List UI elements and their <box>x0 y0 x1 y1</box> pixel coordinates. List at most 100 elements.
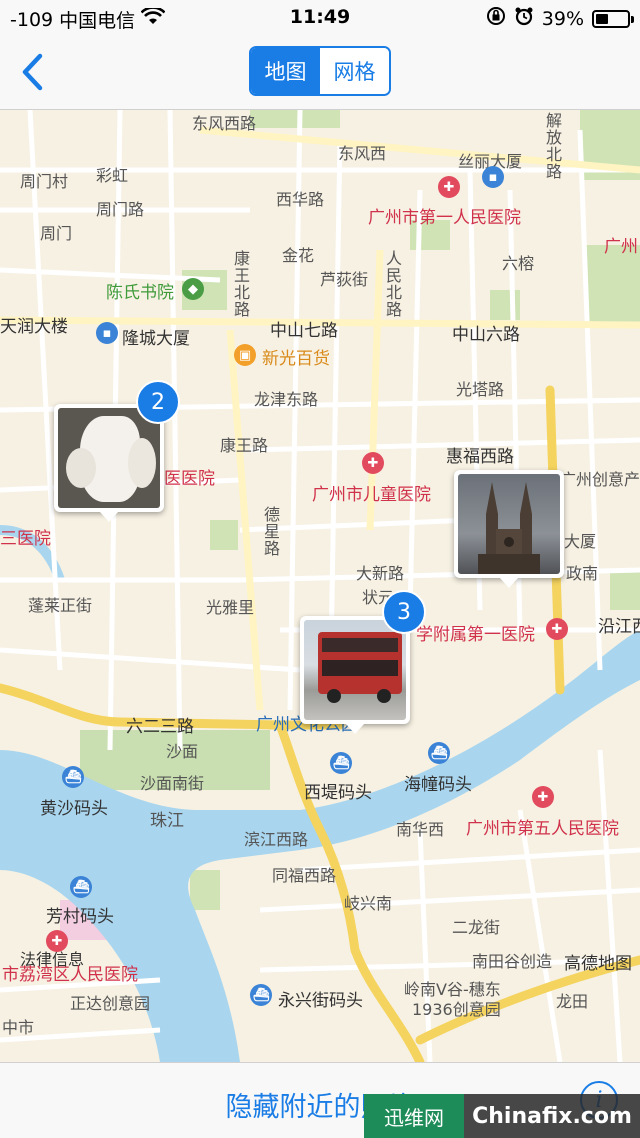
map-label-xihua-road: 西华路 <box>276 190 325 209</box>
building-icon: ▪ <box>482 166 504 188</box>
ferry-icon: ⛴ <box>62 766 84 788</box>
map-label-gz-children-hospital: 广州市儿童医院 <box>312 485 431 505</box>
map-label-longjin-east: 龙津东路 <box>254 390 319 409</box>
map-label-third-hospital: 三医院 <box>0 529 51 549</box>
map-label-liwan-hospital: 市荔湾区人民医院 <box>2 965 138 985</box>
segment-map[interactable]: 地图 <box>251 48 320 94</box>
map-label-kangwang-road: 康王路 <box>220 436 269 455</box>
map-label-gz-chuangyi: 广州创意产 <box>560 470 640 489</box>
photo-count-badge: 2 <box>136 380 180 424</box>
photo-thumbnail <box>458 474 560 574</box>
navigation-bar: 地图 网格 <box>0 36 640 110</box>
map-label-fangcun-pier: 芳村码头 <box>46 907 114 927</box>
map-label-zhongshan-7-road: 中山七路 <box>270 321 338 341</box>
map-label-guangzhou: 广州 <box>604 237 638 257</box>
church-photo-icon <box>478 482 540 574</box>
map-label-daxia: 大厦 <box>564 532 597 551</box>
photo-pin-church[interactable] <box>454 470 564 588</box>
map-label-nanhuaxi: 南华西 <box>396 820 445 839</box>
watermark-site: Chinafix.com <box>472 1103 632 1129</box>
status-left: -109 中国电信 <box>10 6 166 33</box>
map-label-xinguang-dept-store: 新光百货 <box>262 349 330 369</box>
ferry-icon: ⛴ <box>70 876 92 898</box>
map-provider-credit: 高德地图 <box>564 954 632 974</box>
battery-percent: 39% <box>541 7 584 30</box>
landmark-icon: ◆ <box>182 278 204 300</box>
hospital-icon: ✚ <box>362 452 384 474</box>
map-label-guangta-road: 光塔路 <box>456 380 505 399</box>
hospital-icon: ✚ <box>546 618 568 640</box>
map-label-first-affiliated-hospital: 学附属第一医院 <box>416 625 535 645</box>
chevron-left-icon <box>22 53 43 91</box>
map-label-dexing-road: 德星路 <box>261 506 280 557</box>
map-label-1936-creative: 1936创意园 <box>412 1000 501 1019</box>
map-label-liurong: 六榕 <box>502 254 535 273</box>
map-label-luhuo-street: 芦荻街 <box>320 270 369 289</box>
map-label-qixing-south: 岐兴南 <box>344 894 393 913</box>
status-right: 39% <box>486 6 634 31</box>
map-label-xidi-pier: 西堤码头 <box>304 783 372 803</box>
map-label-daxin-road: 大新路 <box>356 564 405 583</box>
rotation-lock-icon <box>486 6 506 31</box>
map-label-kangwang-north: 康王北路 <box>231 250 250 318</box>
map-label-jiefang-north: 解放北路 <box>543 112 562 180</box>
map-label-tongfu-west: 同福西路 <box>272 866 337 885</box>
map-label-zhengda-creative: 正达创意园 <box>70 994 151 1013</box>
carrier-name: 中国电信 <box>59 10 136 32</box>
map-label-zhongshi: 中市 <box>2 1018 35 1037</box>
map-label-zhoumen: 周门 <box>40 224 73 243</box>
map-label-nantian-valley: 南田谷创造 <box>472 952 553 971</box>
building-icon: ▪ <box>96 322 118 344</box>
map-label-dongfeng-xi-road: 东风西路 <box>192 114 257 133</box>
back-button[interactable] <box>12 50 52 94</box>
alarm-icon <box>514 6 534 31</box>
map-label-yanjiang-west: 沿江西 <box>598 617 640 637</box>
photo-thumbnail <box>58 408 160 508</box>
map-label-zhongshan-6-road: 中山六路 <box>452 325 520 345</box>
map-view[interactable]: 东风西路 东风西 丝丽大厦 解放北路 周门村 彩虹 周门路 周门 西华路 ✚ 广… <box>0 110 640 1062</box>
map-label-longtian: 龙田 <box>556 992 589 1011</box>
photos-map-screen: -109 中国电信 11:49 39% 地图 网格 东风西路 东风西 丝丽大厦 … <box>0 0 640 1138</box>
battery-icon <box>592 9 634 28</box>
map-label-guangya-li: 光雅里 <box>206 598 255 617</box>
status-bar: -109 中国电信 11:49 39% <box>0 0 640 36</box>
watermark-logo: 迅维网 <box>364 1094 464 1138</box>
ferry-icon: ⛴ <box>330 752 352 774</box>
ferry-icon: ⛴ <box>428 742 450 764</box>
map-label-shamian-south: 沙面南街 <box>140 774 205 793</box>
battery-fill <box>596 13 608 24</box>
map-label-gz-first-hospital: 广州市第一人民医院 <box>368 208 521 228</box>
hospital-icon: ✚ <box>46 930 68 952</box>
segment-grid[interactable]: 网格 <box>320 48 389 94</box>
view-mode-segmented-control: 地图 网格 <box>249 46 391 96</box>
wifi-icon <box>140 6 166 31</box>
signal-strength: -109 <box>10 8 54 31</box>
map-label-hospital-mid: 医医院 <box>164 469 215 489</box>
map-label-zhengnan: 政南 <box>566 564 599 583</box>
map-label-shamian: 沙面 <box>166 742 199 761</box>
map-label-pearl-river: 珠江 <box>150 811 184 831</box>
shopping-icon: ▣ <box>234 344 256 366</box>
bus-photo-icon <box>318 632 402 703</box>
map-label-dongfengxi: 东风西 <box>338 144 387 163</box>
map-label-zhoumen-village: 周门村 <box>20 172 69 191</box>
hospital-icon: ✚ <box>532 786 554 808</box>
map-label-binjiang-west: 滨江西路 <box>244 830 309 849</box>
map-label-chen-clan-academy: 陈氏书院 <box>106 283 174 303</box>
map-label-longcheng-building: 隆城大厦 <box>122 329 190 349</box>
ferry-icon: ⛴ <box>250 984 272 1006</box>
map-label-huifu-west: 惠福西路 <box>446 447 514 467</box>
photo-count-badge: 3 <box>382 590 426 634</box>
map-label-erlong-street: 二龙街 <box>452 918 501 937</box>
photo-cluster-pin-2[interactable] <box>300 616 410 734</box>
watermark: 迅维网 Chinafix.com <box>364 1094 640 1138</box>
map-label-haichuang-pier: 海幢码头 <box>404 775 472 795</box>
map-label-zhoumen-road: 周门路 <box>96 200 145 219</box>
map-label-renmin-north: 人民北路 <box>383 250 402 318</box>
map-label-gz-fifth-hospital: 广州市第五人民医院 <box>466 819 619 839</box>
map-label-yongxing-pier: 永兴街码头 <box>278 991 363 1011</box>
map-label-huangsha-pier: 黄沙码头 <box>40 799 108 819</box>
map-label-penglai-road: 蓬莱正街 <box>28 596 93 615</box>
photo-thumbnail <box>304 620 406 720</box>
map-label-tianrun-building: 天润大楼 <box>0 317 68 337</box>
